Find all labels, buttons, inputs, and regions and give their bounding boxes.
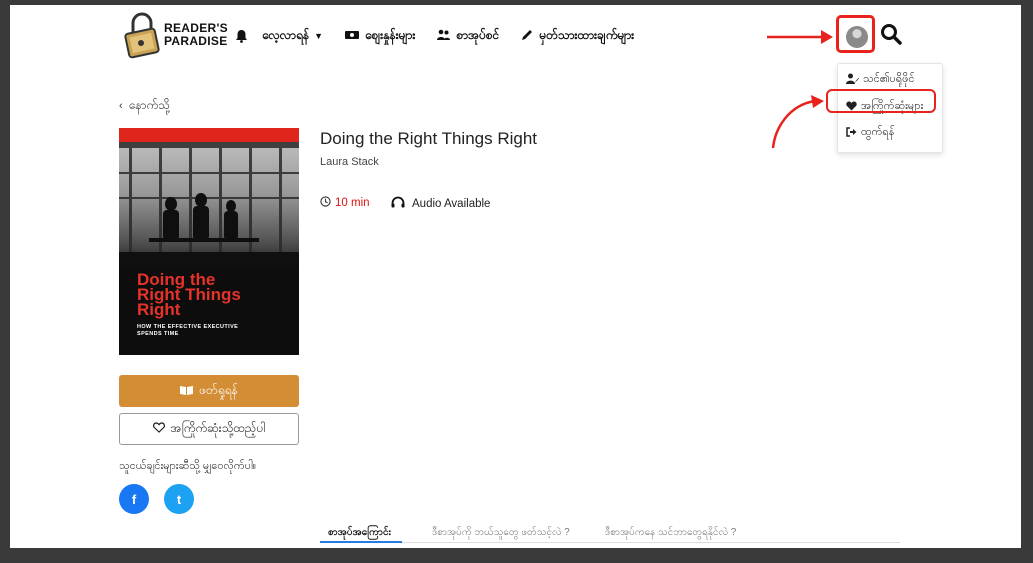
menu-profile-label: သင်၏ပရိုဖိုင် (863, 73, 915, 85)
add-favorite-label: အကြိုက်ဆုံးသို့ထည့်ပါ (170, 421, 266, 435)
annotation-arrow (767, 30, 833, 44)
cover-photo (119, 142, 299, 268)
avatar[interactable] (846, 26, 868, 48)
book-open-icon (180, 384, 194, 398)
nav-bookshelf[interactable]: စာအုပ်စင် (437, 27, 499, 45)
back-link[interactable]: ‹ နောက်သို့ (119, 97, 170, 115)
duration: 10 min (320, 196, 370, 210)
nav-pricing-label: စျေးနှုန်းများ (364, 28, 416, 42)
audio-available: Audio Available (391, 196, 490, 211)
users-icon (437, 29, 451, 43)
logout-icon (846, 126, 857, 140)
user-edit-icon (846, 73, 859, 87)
tab-who-should-read[interactable]: ဒီစာအုပ်ကို ဘယ်သူတွေ ဖတ်သင့်လဲ ? (432, 525, 570, 540)
share-label: သူငယ်ချင်းများဆီသို့ မျှဝေလိုက်ပါ။ (119, 460, 257, 472)
book-cover: Doing the Right Things Right HOW THE EFF… (119, 128, 299, 355)
add-favorite-button[interactable]: အကြိုက်ဆုံးသို့ထည့်ပါ (119, 413, 299, 445)
logo-text: READER'S PARADISE (164, 21, 228, 48)
lock-book-icon (124, 12, 160, 59)
heart-outline-icon (152, 422, 165, 436)
nav-pricing[interactable]: စျေးနှုန်းများ (344, 27, 416, 45)
read-button[interactable]: ဖတ်ရှုရန် (119, 375, 299, 407)
book-author: Laura Stack (320, 156, 379, 168)
search-icon[interactable] (880, 23, 902, 45)
duration-label: 10 min (335, 197, 370, 209)
nav-bookshelf-label: စာအုပ်စင် (456, 28, 500, 42)
back-label: နောက်သို့ (128, 98, 170, 112)
menu-profile[interactable]: သင်၏ပရိုဖိုင် (846, 72, 915, 88)
active-tab-indicator (320, 541, 402, 543)
tab-what-you-get[interactable]: ဒီစာအုပ်ကနေ သင်ဘာတွေရနိုင်လဲ ? (605, 525, 736, 540)
twitter-icon: t (176, 491, 182, 507)
cover-subtitle: HOW THE EFFECTIVE EXECUTIVE SPENDS TIME (137, 324, 239, 337)
caret-down-icon: ▼ (314, 31, 323, 41)
cover-title: Doing the Right Things Right (137, 270, 241, 319)
cover-red-band (119, 128, 299, 142)
pen-icon (521, 29, 533, 44)
bell-icon[interactable] (235, 29, 248, 43)
nav-highlights[interactable]: မှတ်သားထားချက်များ (521, 27, 634, 45)
nav-highlights-label: မှတ်သားထားချက်များ (539, 28, 635, 42)
tab-about[interactable]: စာအုပ်အကြောင်း (328, 525, 391, 540)
content-tabs: စာအုပ်အကြောင်း ဒီစာအုပ်ကို ဘယ်သူတွေ ဖတ်သ… (320, 521, 900, 543)
chevron-left-icon: ‹ (119, 100, 123, 112)
avatar-highlight[interactable] (836, 15, 875, 53)
logo[interactable]: READER'S PARADISE (123, 11, 235, 61)
twitter-share-button[interactable]: t (164, 484, 194, 514)
annotation-arrow (771, 95, 824, 149)
facebook-icon: f (131, 491, 137, 507)
main-nav: လေ့လာရန် ▼ စျေးနှုန်းများ စာအုပ်စင် မှတ်… (235, 27, 656, 45)
clock-icon (320, 196, 331, 210)
menu-logout[interactable]: ထွက်ရန် (846, 125, 894, 141)
headphones-icon (391, 196, 405, 211)
app-window: READER'S PARADISE လေ့လာရန် ▼ စျေးနှုန်းမ… (10, 5, 1021, 548)
facebook-share-button[interactable]: f (119, 484, 149, 514)
read-button-label: ဖတ်ရှုရန် (199, 383, 238, 397)
menu-logout-label: ထွက်ရန် (861, 126, 895, 138)
nav-learn[interactable]: လေ့လာရန် ▼ (262, 27, 323, 45)
favorites-highlight (826, 89, 936, 113)
nav-learn-label: လေ့လာရန် (262, 28, 310, 42)
ticket-icon (344, 29, 359, 43)
audio-label: Audio Available (412, 197, 491, 210)
book-title: Doing the Right Things Right (320, 129, 538, 148)
